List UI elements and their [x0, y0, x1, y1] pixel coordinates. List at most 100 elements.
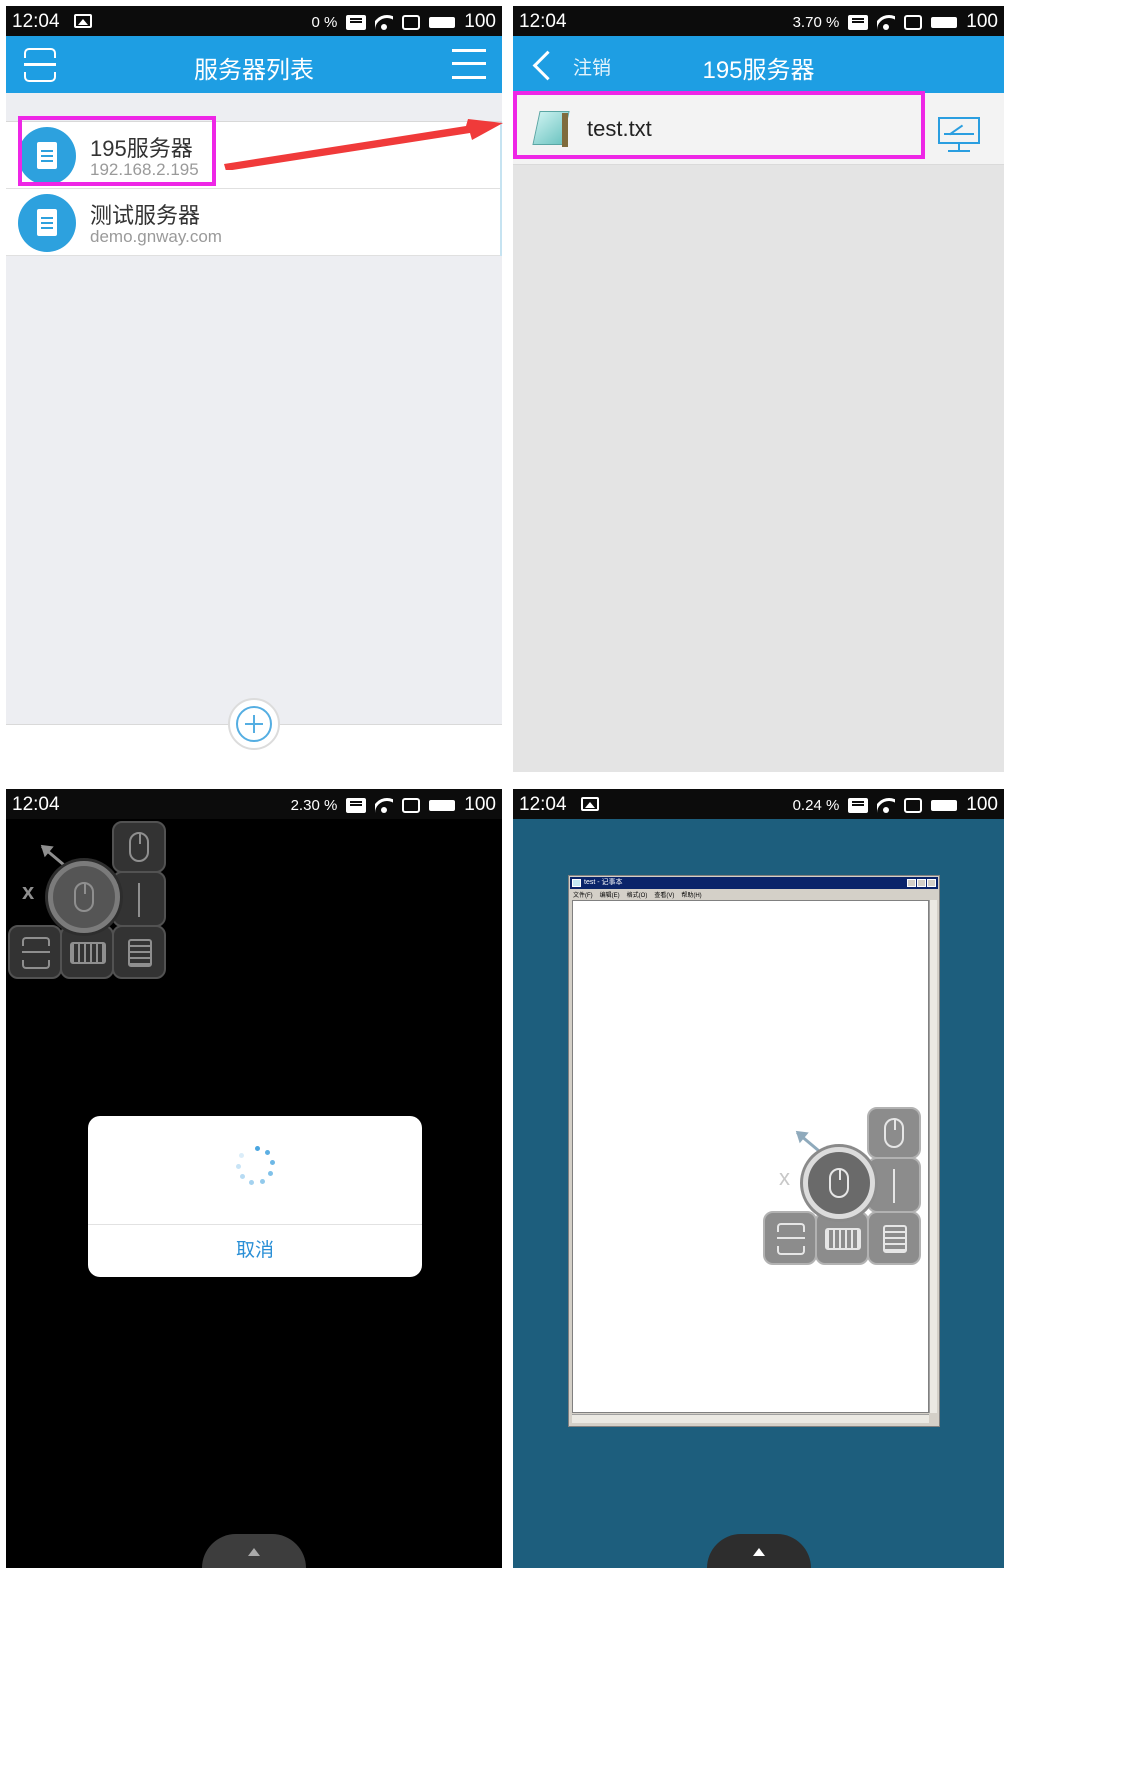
- keyboard-icon: [70, 942, 106, 964]
- status-time: 12:04: [519, 11, 567, 32]
- status-time: 12:04: [12, 11, 60, 32]
- mouse-icon: [884, 1118, 904, 1148]
- close-icon[interactable]: x: [779, 1165, 790, 1191]
- message-icon: [346, 797, 367, 813]
- page-title: 服务器列表: [194, 57, 314, 84]
- mouse-icon: [829, 1168, 849, 1198]
- network-speed: 0 %: [311, 13, 338, 31]
- remote-desktop-icon[interactable]: [938, 117, 980, 153]
- scroll-icon: [138, 883, 140, 917]
- battery-level: 100: [966, 11, 998, 32]
- add-icon: [236, 706, 272, 742]
- screen-icon: [402, 797, 421, 813]
- mouse-button[interactable]: [112, 821, 166, 873]
- mouse-icon: [129, 832, 149, 862]
- dock-toggle-button[interactable]: [202, 1534, 306, 1568]
- add-server-button[interactable]: [228, 698, 280, 750]
- message-icon: [346, 14, 367, 30]
- scroll-button[interactable]: [112, 871, 166, 927]
- file-list-screen: 12:04 3.70 % 100 注销 195服务器 test.txt: [513, 6, 1004, 772]
- menu-button[interactable]: [763, 1211, 817, 1265]
- wifi-icon: [375, 797, 393, 813]
- status-time: 12:04: [12, 794, 60, 815]
- menu-file[interactable]: 文件(F): [573, 890, 593, 899]
- app-bar: 注销 195服务器: [513, 36, 1004, 93]
- loading-dialog: 取消: [88, 1116, 422, 1277]
- menu-format[interactable]: 格式(O): [627, 890, 648, 899]
- wifi-icon: [375, 14, 393, 30]
- dock-toggle-button[interactable]: [707, 1534, 811, 1568]
- mouse-mode-button[interactable]: [48, 861, 120, 933]
- battery-icon: [429, 799, 456, 811]
- wifi-icon: [877, 797, 895, 813]
- screen-icon: [904, 797, 923, 813]
- network-speed: 0.24 %: [792, 796, 840, 814]
- message-icon: [848, 14, 869, 30]
- keyboard-button[interactable]: [815, 1211, 869, 1265]
- notepad-icon: [572, 879, 581, 887]
- red-annotation-arrow: [224, 119, 503, 170]
- remote-control-pad: x: [8, 821, 168, 981]
- battery-icon: [429, 16, 456, 28]
- battery-icon: [931, 799, 958, 811]
- scroll-icon: [893, 1169, 895, 1203]
- page-title: 195服务器: [702, 57, 815, 84]
- numpad-button[interactable]: [112, 925, 166, 979]
- message-icon: [848, 797, 869, 813]
- connecting-screen: 12:04 2.30 % 100 x 取消: [6, 789, 502, 1568]
- move-arrow-icon[interactable]: [41, 845, 65, 866]
- notepad-menu-bar: 文件(F) 编辑(E) 格式(O) 查看(V) 帮助(H): [573, 890, 702, 899]
- horizontal-scrollbar[interactable]: [572, 1414, 929, 1423]
- status-bar: 12:04 2.30 % 100: [6, 789, 502, 819]
- app-bar: 服务器列表: [6, 36, 502, 93]
- move-arrow-icon[interactable]: [796, 1131, 820, 1152]
- document-icon: [18, 194, 76, 252]
- screen-icon: [402, 14, 421, 30]
- mouse-mode-button[interactable]: [803, 1147, 875, 1219]
- gallery-icon: [74, 14, 92, 28]
- status-time: 12:04: [519, 794, 567, 815]
- battery-level: 100: [464, 11, 496, 32]
- minimize-icon[interactable]: [907, 879, 916, 887]
- server-name: 测试服务器: [90, 203, 201, 228]
- remote-desktop-screen: 12:04 0.24 % 100 test - 记事本 文件(F) 编辑(E) …: [513, 789, 1004, 1568]
- status-bar: 12:04 0 % 100: [6, 6, 502, 36]
- numpad-button[interactable]: [867, 1211, 921, 1265]
- maximize-icon[interactable]: [917, 879, 926, 887]
- server-item-test[interactable]: 测试服务器 demo.gnway.com: [6, 189, 500, 256]
- mouse-icon: [74, 882, 94, 912]
- remote-control-pad: x: [763, 1107, 923, 1267]
- screen-icon: [904, 14, 923, 30]
- vertical-scrollbar[interactable]: [929, 900, 937, 1413]
- notepad-title: test - 记事本: [584, 879, 623, 886]
- battery-level: 100: [966, 794, 998, 815]
- battery-level: 100: [464, 794, 496, 815]
- close-icon[interactable]: x: [22, 879, 34, 905]
- scroll-button[interactable]: [867, 1157, 921, 1213]
- cancel-button[interactable]: 取消: [88, 1225, 422, 1277]
- menu-view[interactable]: 查看(V): [654, 890, 674, 899]
- close-icon[interactable]: [927, 879, 936, 887]
- numpad-icon: [128, 939, 152, 967]
- mouse-button[interactable]: [867, 1107, 921, 1159]
- status-bar: 12:04 3.70 % 100: [513, 6, 1004, 36]
- battery-icon: [931, 16, 958, 28]
- menu-help[interactable]: 帮助(H): [681, 890, 701, 899]
- menu-edit[interactable]: 编辑(E): [600, 890, 620, 899]
- wifi-icon: [877, 14, 895, 30]
- gallery-icon: [581, 797, 599, 811]
- menu-icon: [22, 937, 50, 969]
- server-host: demo.gnway.com: [90, 227, 222, 246]
- menu-button[interactable]: [8, 925, 62, 979]
- menu-icon: [777, 1223, 805, 1255]
- keyboard-button[interactable]: [60, 925, 114, 979]
- notepad-titlebar[interactable]: test - 记事本: [570, 877, 938, 889]
- network-speed: 3.70 %: [792, 13, 840, 31]
- keyboard-icon: [825, 1228, 861, 1250]
- numpad-icon: [883, 1225, 907, 1253]
- hamburger-icon[interactable]: [452, 49, 486, 79]
- highlight-box: [18, 116, 216, 186]
- highlight-box: [513, 91, 925, 159]
- status-bar: 12:04 0.24 % 100: [513, 789, 1004, 819]
- spinner-icon: [235, 1146, 275, 1186]
